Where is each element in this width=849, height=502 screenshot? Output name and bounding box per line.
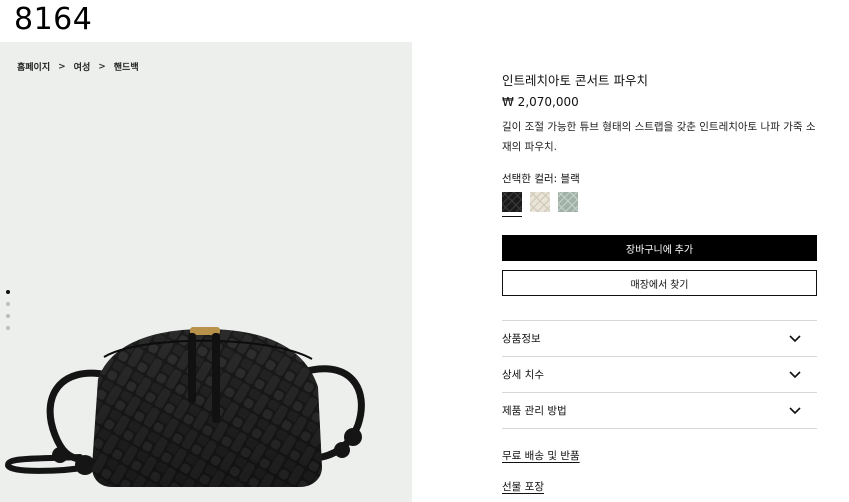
- chevron-down-icon: [789, 406, 801, 414]
- find-in-store-button[interactable]: 매장에서 찾기: [502, 270, 817, 296]
- gift-wrap-link[interactable]: 선물 포장: [502, 479, 544, 494]
- accordion-label: 상세 치수: [502, 369, 544, 381]
- product-price: ₩ 2,070,000: [502, 95, 579, 109]
- breadcrumb-handbags[interactable]: 핸드백: [114, 60, 139, 73]
- product-info-panel: 인트레치아토 콘서트 파우치 ₩ 2,070,000 길이 조절 가능한 튜브 …: [502, 66, 817, 494]
- gallery-dot-active[interactable]: [6, 290, 10, 294]
- accordion-dimensions[interactable]: 상세 치수: [502, 357, 817, 393]
- swatch-sage[interactable]: [558, 192, 578, 212]
- accordion-label: 상품정보: [502, 333, 541, 345]
- selected-color-label: 선택한 컬러: 블랙: [502, 173, 580, 185]
- add-to-cart-button[interactable]: 장바구니에 추가: [502, 235, 817, 261]
- product-description: 길이 조절 가능한 튜브 형태의 스트랩을 갖춘 인트레치아토 나파 가죽 소재…: [502, 121, 816, 153]
- swatch-black[interactable]: [502, 192, 522, 217]
- breadcrumb-home[interactable]: 홈페이지: [17, 60, 50, 73]
- gallery-dot[interactable]: [6, 302, 10, 306]
- service-links: 무료 배송 및 반품 선물 포장: [502, 448, 817, 494]
- accordion-label: 제품 관리 방법: [502, 405, 567, 417]
- chevron-down-icon: [789, 370, 801, 378]
- product-image-pouch: [4, 327, 365, 487]
- product-title: 인트레치아토 콘서트 파우치: [502, 73, 648, 88]
- shipping-returns-link[interactable]: 무료 배송 및 반품: [502, 448, 580, 463]
- accordion-product-info[interactable]: 상품정보: [502, 321, 817, 357]
- chevron-down-icon: [789, 334, 801, 342]
- product-gallery[interactable]: 홈페이지 > 여성 > 핸드백: [0, 42, 412, 502]
- swatch-cream[interactable]: [530, 192, 550, 212]
- breadcrumb-women[interactable]: 여성: [74, 60, 91, 73]
- breadcrumb-separator: >: [58, 61, 66, 72]
- breadcrumb-separator: >: [98, 61, 106, 72]
- page-id-label: 8164: [14, 2, 93, 37]
- product-accordion: 상품정보 상세 치수 제품 관리 방법: [502, 320, 817, 429]
- color-swatches: [502, 192, 817, 217]
- accordion-care[interactable]: 제품 관리 방법: [502, 393, 817, 429]
- breadcrumb: 홈페이지 > 여성 > 핸드백: [17, 60, 139, 74]
